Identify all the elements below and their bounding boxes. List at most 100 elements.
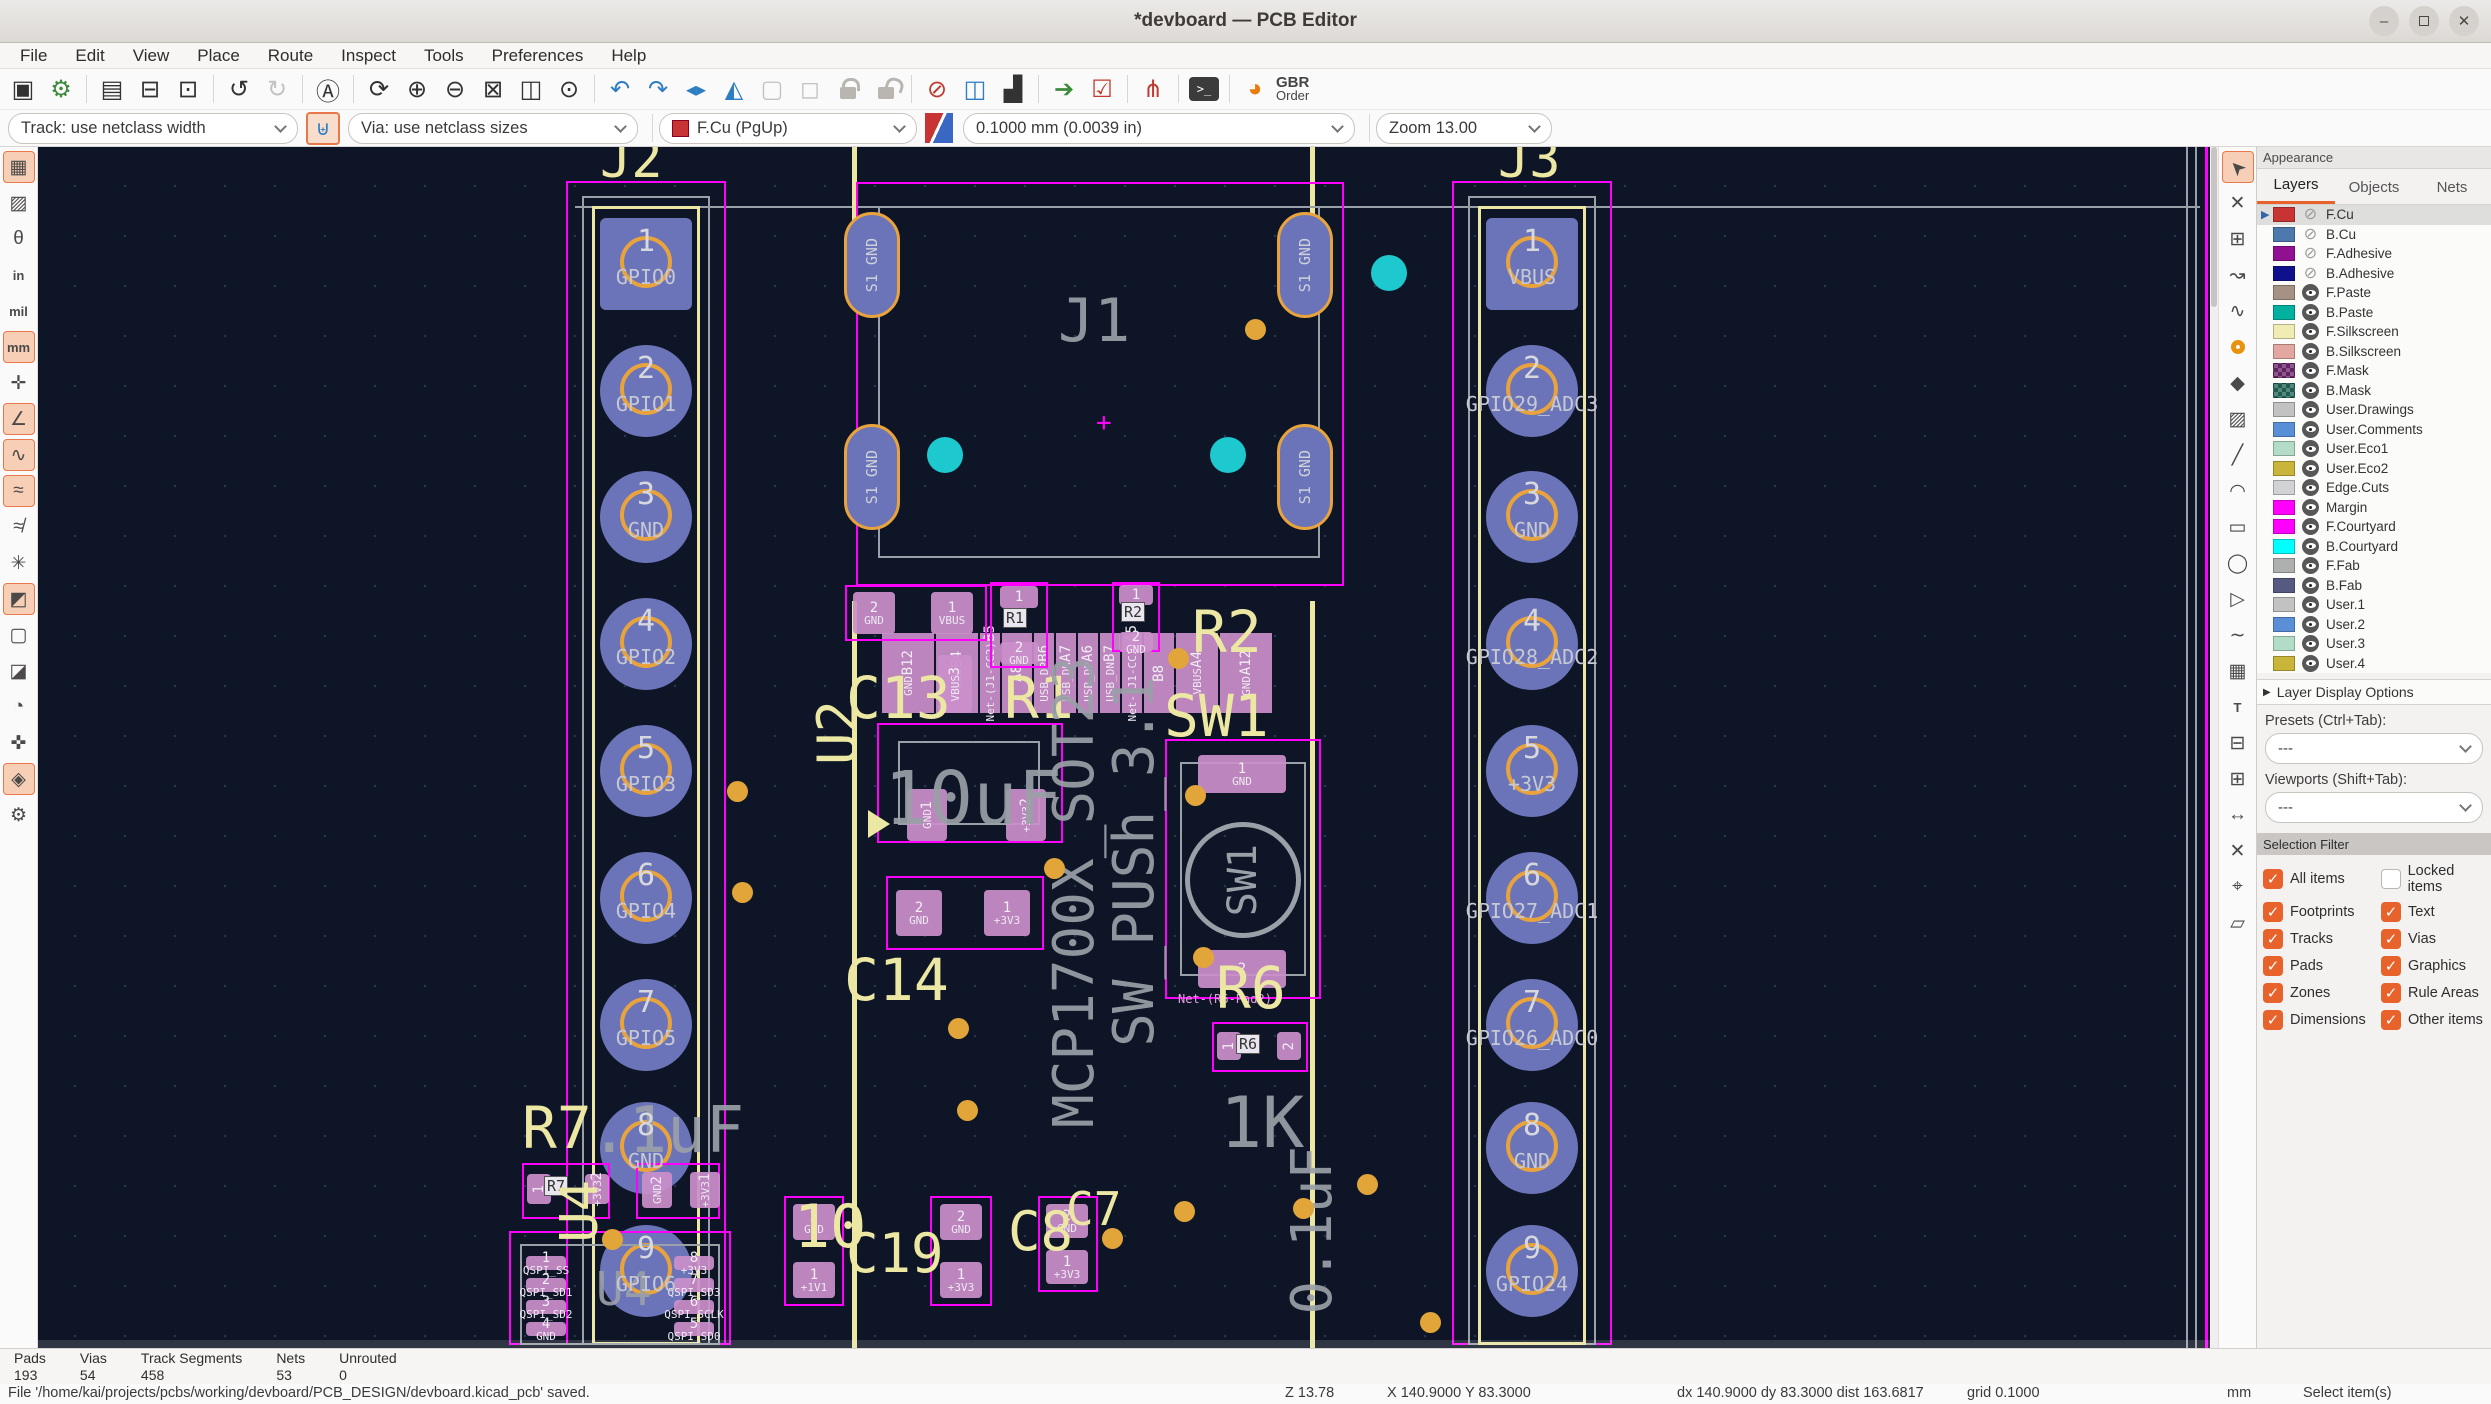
page-settings-button[interactable]: ▤ [94, 72, 130, 106]
pad-U4-8[interactable]: 8+3V3 [674, 1256, 714, 1270]
checkbox-icon[interactable]: ✓ [2263, 869, 2283, 889]
layer-row-edge-cuts[interactable]: Edge.Cuts [2257, 478, 2491, 498]
layer-row-b-paste[interactable]: B.Paste [2257, 303, 2491, 323]
layer-visible-icon[interactable] [2302, 382, 2319, 399]
layer-visible-icon[interactable] [2302, 323, 2319, 340]
layer-color-swatch[interactable] [2273, 617, 2295, 632]
silkscreen-text-j3[interactable]: J3 [1498, 147, 1561, 190]
pad-U4-7[interactable]: 7QSPI_SD3 [674, 1278, 714, 1292]
find-button[interactable]: Ⓐ [310, 72, 346, 106]
pad-C14-2[interactable]: 2GND [896, 890, 942, 936]
layer-row-f-paste[interactable]: F.Paste [2257, 283, 2491, 303]
layer-row-user-comments[interactable]: User.Comments [2257, 420, 2491, 440]
checkbox-icon[interactable]: ✓ [2263, 929, 2283, 949]
pad-R1-2[interactable]: 2GND [1000, 642, 1038, 664]
gbr-order-plugin-button[interactable]: ◕ [1237, 72, 1273, 106]
pad-J3-5[interactable]: 5+3V3 [1486, 725, 1578, 817]
local-ratsnest-button[interactable]: ✕ [2222, 187, 2254, 219]
filter-zones[interactable]: ✓Zones [2263, 983, 2381, 1003]
via[interactable] [1420, 1312, 1441, 1333]
layer-visible-icon[interactable] [2302, 499, 2319, 516]
layer-color-swatch[interactable] [2273, 305, 2295, 320]
crosshair-cursor-button[interactable]: ✛ [3, 367, 35, 399]
zoom-in-button[interactable]: ⊕ [399, 72, 435, 106]
canvas-horizontal-scrollbar[interactable] [38, 1340, 2210, 1348]
delete-tool-button[interactable]: ✕ [2222, 835, 2254, 867]
layer-dropdown[interactable]: F.Cu (PgUp) [659, 113, 917, 144]
pad-C16-1[interactable]: 1+3V3 [690, 1172, 720, 1208]
pcb-canvas[interactable]: 1GPIO02GPIO13GND4GPIO25GPIO36GPIO47GPIO5… [38, 147, 2210, 1348]
pad-J3-6[interactable]: 6GPIO27_ADC1 [1486, 852, 1578, 944]
footprint-tools-button[interactable]: ⚙ [3, 799, 35, 831]
layer-visible-icon[interactable] [2302, 557, 2319, 574]
via[interactable] [1168, 648, 1189, 669]
presets-dropdown[interactable]: --- [2265, 733, 2483, 764]
layer-visible-icon[interactable] [2302, 518, 2319, 535]
silkscreen-text-r6[interactable]: R6 [1216, 954, 1286, 1022]
board-setup-button[interactable]: ⚙ [43, 72, 79, 106]
layer-row-b-courtyard[interactable]: B.Courtyard [2257, 537, 2491, 557]
layer-hidden-icon[interactable]: ⊘ [2302, 245, 2319, 262]
grid-size-dropdown[interactable]: 0.1000 mm (0.0039 in) [963, 113, 1355, 144]
lock-button[interactable] [830, 72, 866, 106]
bezier-tool-button[interactable]: ∼ [2222, 619, 2254, 651]
filter-text[interactable]: ✓Text [2381, 902, 2491, 922]
polar-coords-button[interactable]: θ [3, 223, 35, 255]
layer-visible-icon[interactable] [2302, 655, 2319, 672]
silkscreen-text-r2[interactable]: R2 [1192, 598, 1262, 666]
pad-C13-1[interactable]: 1VBUS [931, 592, 973, 634]
zoom-selection-button[interactable]: ⊙ [551, 72, 587, 106]
silkscreen-text-u4[interactable]: U4 [550, 1180, 610, 1243]
save-button[interactable]: ▣ [5, 72, 41, 106]
via[interactable] [1357, 1174, 1378, 1195]
via[interactable] [602, 1229, 623, 1250]
layer-color-swatch[interactable] [2273, 519, 2295, 534]
menu-help[interactable]: Help [597, 43, 660, 68]
via[interactable] [1293, 1198, 1314, 1219]
rotate-ccw-button[interactable]: ↶ [602, 72, 638, 106]
layer-visible-icon[interactable] [2302, 596, 2319, 613]
zoom-out-button[interactable]: ⊖ [437, 72, 473, 106]
update-pcb-button[interactable]: ➔ [1046, 72, 1082, 106]
zone-outline-button[interactable]: ▢ [3, 619, 35, 651]
layer-visible-icon[interactable] [2302, 401, 2319, 418]
layer-visible-icon[interactable] [2302, 284, 2319, 301]
layer-color-swatch[interactable] [2273, 285, 2295, 300]
layer-color-swatch[interactable] [2273, 480, 2295, 495]
track-segment[interactable] [575, 206, 2200, 208]
limit-45-button[interactable]: ∠ [3, 403, 35, 435]
checkbox-icon[interactable] [2381, 869, 2401, 889]
zone-no-fill-button[interactable]: ◔ [3, 691, 35, 723]
layer-display-options[interactable]: ▶ Layer Display Options [2257, 679, 2491, 705]
layer-visible-icon[interactable] [2302, 577, 2319, 594]
layer-color-swatch[interactable] [2273, 558, 2295, 573]
layer-color-swatch[interactable] [2273, 578, 2295, 593]
filter-dimensions[interactable]: ✓Dimensions [2263, 1010, 2381, 1030]
maximize-button[interactable] [2409, 6, 2439, 36]
filter-vias[interactable]: ✓Vias [2381, 929, 2491, 949]
layer-row-user-3[interactable]: User.3 [2257, 634, 2491, 654]
silkscreen-text-j2[interactable]: J2 [600, 147, 663, 190]
track-segment[interactable] [2195, 147, 2197, 1348]
tab-layers[interactable]: Layers [2257, 176, 2335, 204]
via[interactable] [1193, 947, 1214, 968]
layer-color-swatch[interactable] [2273, 383, 2295, 398]
layer-color-swatch[interactable] [2273, 461, 2295, 476]
viewports-dropdown[interactable]: --- [2265, 792, 2483, 823]
layer-color-swatch[interactable] [2273, 656, 2295, 671]
pad-U4-1[interactable]: 1QSPI_SS [526, 1256, 566, 1270]
arc-tool-button[interactable]: ◠ [2222, 475, 2254, 507]
rect-tool-button[interactable]: ▭ [2222, 511, 2254, 543]
net-highlight-button[interactable]: ✳ [3, 547, 35, 579]
pad-J2-6[interactable]: 6GPIO4 [600, 852, 692, 944]
pad-J1-S1[interactable]: S1 GND [1277, 424, 1333, 530]
layer-row-f-fab[interactable]: F.Fab [2257, 556, 2491, 576]
pad-U4-3[interactable]: 3QSPI_SD2 [526, 1300, 566, 1314]
ratsnest-visibility-button[interactable]: ≈ [3, 475, 35, 507]
menu-place[interactable]: Place [183, 43, 254, 68]
pad-J2-3[interactable]: 3GND [600, 471, 692, 563]
pad-C9-1[interactable]: 1+3V3 [940, 1262, 982, 1298]
layer-color-swatch[interactable] [2273, 539, 2295, 554]
menu-view[interactable]: View [119, 43, 184, 68]
checkbox-icon[interactable]: ✓ [2263, 1010, 2283, 1030]
